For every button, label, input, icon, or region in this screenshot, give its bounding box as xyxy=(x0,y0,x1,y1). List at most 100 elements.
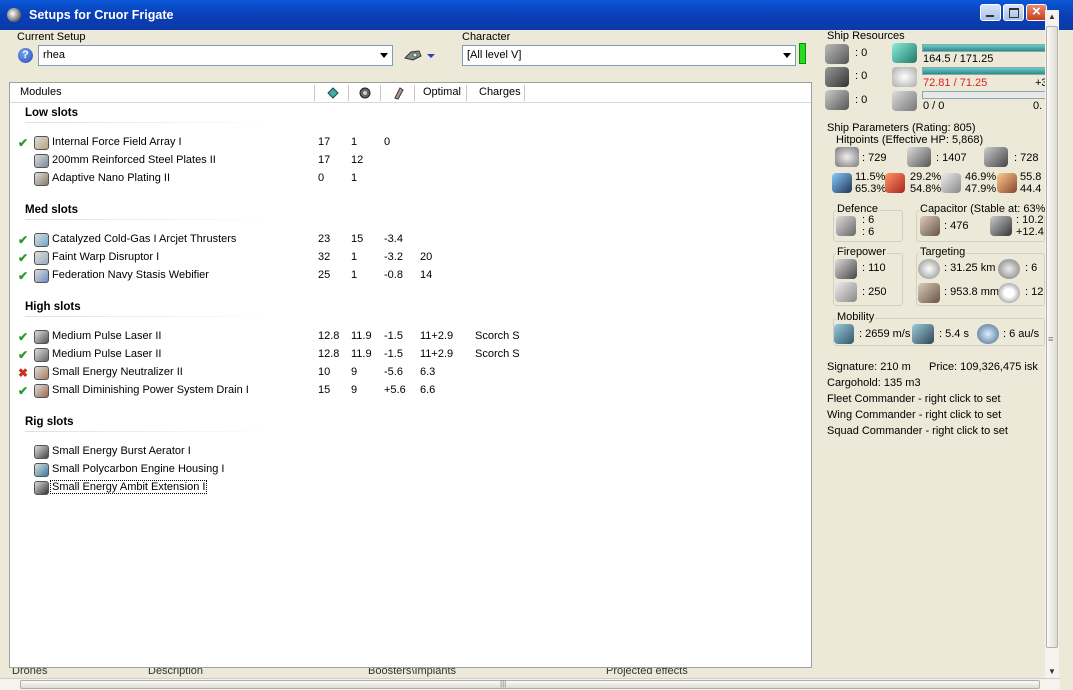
cpu-icon xyxy=(892,43,917,63)
powergrid-icon[interactable] xyxy=(358,86,372,100)
vertical-scrollbar[interactable]: ▲ ≡ ▼ xyxy=(1045,10,1059,678)
targeting-title: Targeting xyxy=(919,246,967,258)
charges-column-header[interactable]: Charges xyxy=(479,86,521,98)
module-row[interactable]: ✔ Catalyzed Cold-Gas I Arcjet Thrusters 23… xyxy=(10,232,811,248)
help-icon[interactable]: ? xyxy=(18,48,33,63)
module-cpu: 10 xyxy=(318,366,331,378)
check-icon[interactable]: ✔ xyxy=(18,269,28,283)
module-name: Small Energy Ambit Extension I xyxy=(50,480,208,494)
module-name: Medium Pulse Laser II xyxy=(52,330,162,342)
range-icon xyxy=(918,259,940,279)
drone-options-button[interactable] xyxy=(403,46,437,64)
modules-column-header[interactable]: Modules xyxy=(20,86,62,98)
check-icon[interactable]: ✔ xyxy=(18,384,28,398)
optimal-column-header[interactable]: Optimal xyxy=(423,86,461,98)
scan-resolution-icon xyxy=(918,283,940,303)
module-row[interactable]: Small Polycarbon Engine Housing I xyxy=(10,462,811,478)
bottom-tabs[interactable]: Drones Description Boosters\Implants Pro… xyxy=(0,668,812,678)
character-select[interactable]: [All level V] xyxy=(462,45,796,66)
warp-speed-icon xyxy=(977,324,999,344)
setup-select[interactable]: rhea xyxy=(38,45,393,66)
check-icon[interactable]: ✔ xyxy=(18,251,28,265)
drone-icon xyxy=(404,50,435,61)
capacitor-icon[interactable] xyxy=(391,86,405,100)
capacitor-icon xyxy=(920,216,940,236)
horizontal-scrollbar[interactable]: ||| xyxy=(0,678,1060,690)
speed-value: : 2659 m/s xyxy=(859,328,911,340)
module-optimal: 14 xyxy=(420,269,433,281)
calibration-icon xyxy=(892,91,917,111)
module-row[interactable]: ✔ Medium Pulse Laser II 12.8 11.9 -1.5 11+2.9… xyxy=(10,329,811,345)
module-name: Small Polycarbon Engine Housing I xyxy=(52,463,225,475)
cargohold-value: Cargohold: 135 m3 xyxy=(827,377,921,389)
check-icon[interactable]: ✔ xyxy=(18,136,28,150)
cpu-bar xyxy=(922,44,1045,52)
scroll-down-icon[interactable]: ▼ xyxy=(1048,667,1056,676)
align-time-value: : 5.4 s xyxy=(939,328,969,340)
module-cap: -1.5 xyxy=(384,330,403,342)
module-pg: 9 xyxy=(351,366,358,378)
explosive-resist-icon xyxy=(997,173,1017,193)
module-row[interactable]: ✔ Internal Force Field Array I 17 1 0 xyxy=(10,135,811,151)
calibration-value: 0 / 0 xyxy=(923,100,945,112)
module-row[interactable]: ✔ Medium Pulse Laser II 12.8 11.9 -1.5 11+2.9… xyxy=(10,347,811,363)
module-icon xyxy=(34,481,49,495)
module-charges: Scorch S xyxy=(475,348,520,360)
close-button[interactable] xyxy=(1026,3,1047,21)
module-cap: -5.6 xyxy=(384,366,403,378)
module-row[interactable]: Adaptive Nano Plating II 0 1 xyxy=(10,171,811,187)
fleet-commander[interactable]: Fleet Commander - right click to set xyxy=(827,393,1001,405)
check-icon[interactable]: ✔ xyxy=(18,348,28,362)
module-cpu: 17 xyxy=(318,154,331,166)
drone-bay-icon xyxy=(825,90,849,110)
module-cpu: 12.8 xyxy=(318,348,340,360)
tab-boosters-implants[interactable]: Boosters\Implants xyxy=(368,668,456,677)
tab-drones[interactable]: Drones xyxy=(12,668,47,677)
thermal-resist-1: 29.2% xyxy=(910,171,942,183)
section-divider xyxy=(25,122,275,123)
tab-projected-effects[interactable]: Projected effects xyxy=(606,668,688,677)
module-pg: 1 xyxy=(351,269,358,281)
check-icon[interactable]: ✔ xyxy=(18,233,28,247)
column-separator xyxy=(314,85,315,101)
wing-commander[interactable]: Wing Commander - right click to set xyxy=(827,409,1001,421)
tab-description[interactable]: Description xyxy=(148,668,203,677)
module-row[interactable]: ✖ Small Energy Neutralizer II 10 9 -5.6 6.3 xyxy=(10,365,811,381)
app-icon xyxy=(7,8,21,22)
squad-commander[interactable]: Squad Commander - right click to set xyxy=(827,425,1008,437)
armor-hp-value: : 1407 xyxy=(936,152,967,164)
rig-slots-title: Rig slots xyxy=(25,416,74,428)
launcher-hardpoints-value: : 0 xyxy=(855,70,868,82)
maximize-button[interactable] xyxy=(1003,4,1024,21)
minimize-button[interactable] xyxy=(980,4,1001,21)
module-cpu: 25 xyxy=(318,269,331,281)
module-row[interactable]: ✔ Federation Navy Stasis Webifier 25 1 -0.8 1… xyxy=(10,268,811,284)
calibration-bar xyxy=(922,91,1045,99)
horizontal-scroll-thumb[interactable] xyxy=(20,680,1040,689)
module-row[interactable]: 200mm Reinforced Steel Plates II 17 12 xyxy=(10,153,811,169)
shield-hp-value: : 729 xyxy=(862,152,887,164)
cross-icon[interactable]: ✖ xyxy=(18,366,28,380)
module-name: Faint Warp Disruptor I xyxy=(52,251,160,263)
module-icon xyxy=(34,445,49,459)
module-name: Federation Navy Stasis Webifier xyxy=(52,269,209,281)
module-name: Small Energy Burst Aerator I xyxy=(52,445,191,457)
title-bar[interactable]: Setups for Cruor Frigate xyxy=(0,0,1073,30)
check-icon[interactable]: ✔ xyxy=(18,330,28,344)
em-resist-icon xyxy=(832,173,852,193)
module-row[interactable]: Small Energy Burst Aerator I xyxy=(10,444,811,460)
module-icon xyxy=(34,463,49,477)
module-icon xyxy=(34,136,49,150)
modules-panel[interactable]: Modules Optimal Charges Low slots ✔ Inter… xyxy=(9,82,812,668)
module-charges: Scorch S xyxy=(475,330,520,342)
module-row[interactable]: ✔ Small Diminishing Power System Drain I 1… xyxy=(10,383,811,399)
module-row[interactable]: ✔ Faint Warp Disruptor I 32 1 -3.2 20 xyxy=(10,250,811,266)
turret-hardpoint-icon xyxy=(825,44,849,64)
low-slots-title: Low slots xyxy=(25,107,79,119)
sensor-strength-value: : 12 xyxy=(1025,286,1044,298)
cpu-icon[interactable] xyxy=(326,86,340,100)
scroll-up-icon[interactable]: ▲ xyxy=(1048,12,1056,21)
defence-value-2: : 6 xyxy=(862,226,875,238)
module-row[interactable]: Small Energy Ambit Extension I xyxy=(10,480,811,496)
defence-value-1: : 6 xyxy=(862,214,875,226)
